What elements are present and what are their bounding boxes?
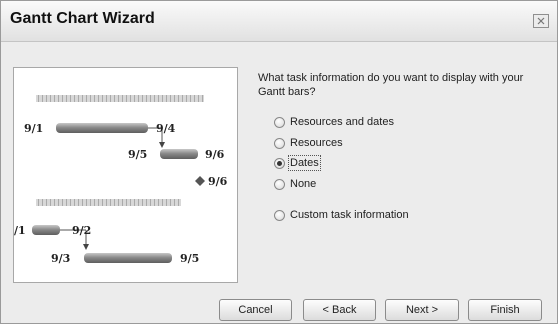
option-custom-task-information[interactable]: Custom task information: [274, 207, 409, 223]
gantt-preview: 9/1 9/4 9/5 9/6 9/6 /1 9/2 9/3 9/5: [13, 67, 238, 283]
task-bar: [160, 149, 198, 159]
label-milestone: 9/6: [208, 175, 228, 188]
close-icon: [537, 17, 545, 25]
option-label: Dates: [288, 155, 321, 171]
label-c-end: 9/2: [72, 224, 91, 237]
milestone-diamond: [195, 176, 205, 186]
back-button[interactable]: < Back: [303, 299, 376, 321]
option-label: Custom task information: [290, 209, 409, 221]
label-c-start: /1: [14, 224, 26, 237]
radio-button-selected[interactable]: [274, 157, 285, 169]
summary-bar: [36, 199, 181, 206]
option-label: Resources: [290, 137, 343, 149]
task-bar: [32, 225, 60, 235]
radio-button[interactable]: [274, 178, 285, 190]
radio-button[interactable]: [274, 116, 285, 128]
option-label: Resources and dates: [290, 116, 394, 128]
gantt-chart-wizard-dialog: Gantt Chart Wizard 9/1 9/4 9/5 9/6 9/6 /…: [0, 0, 558, 324]
option-dates[interactable]: Dates: [274, 155, 321, 171]
option-label: None: [290, 178, 317, 190]
cancel-button[interactable]: Cancel: [219, 299, 292, 321]
close-button[interactable]: [533, 14, 549, 28]
option-none[interactable]: None: [274, 176, 316, 192]
finish-button[interactable]: Finish: [468, 299, 542, 321]
task-bar: [84, 253, 172, 263]
label-d-start: 9/3: [51, 252, 70, 265]
next-button[interactable]: Next >: [385, 299, 459, 321]
label-a-end: 9/4: [156, 122, 176, 135]
dialog-title: Gantt Chart Wizard: [10, 10, 155, 27]
radio-button[interactable]: [274, 209, 285, 221]
radio-button[interactable]: [274, 137, 285, 149]
label-a-start: 9/1: [24, 122, 43, 135]
summary-bar: [36, 95, 204, 102]
question-text: What task information do you want to dis…: [258, 72, 524, 98]
option-resources-and-dates[interactable]: Resources and dates: [274, 114, 394, 130]
label-b-end: 9/6: [205, 148, 225, 161]
label-d-end: 9/5: [180, 252, 199, 265]
title-bar: Gantt Chart Wizard: [1, 1, 557, 42]
option-resources[interactable]: Resources: [274, 135, 343, 151]
task-bar: [56, 123, 148, 133]
label-b-start: 9/5: [128, 148, 147, 161]
